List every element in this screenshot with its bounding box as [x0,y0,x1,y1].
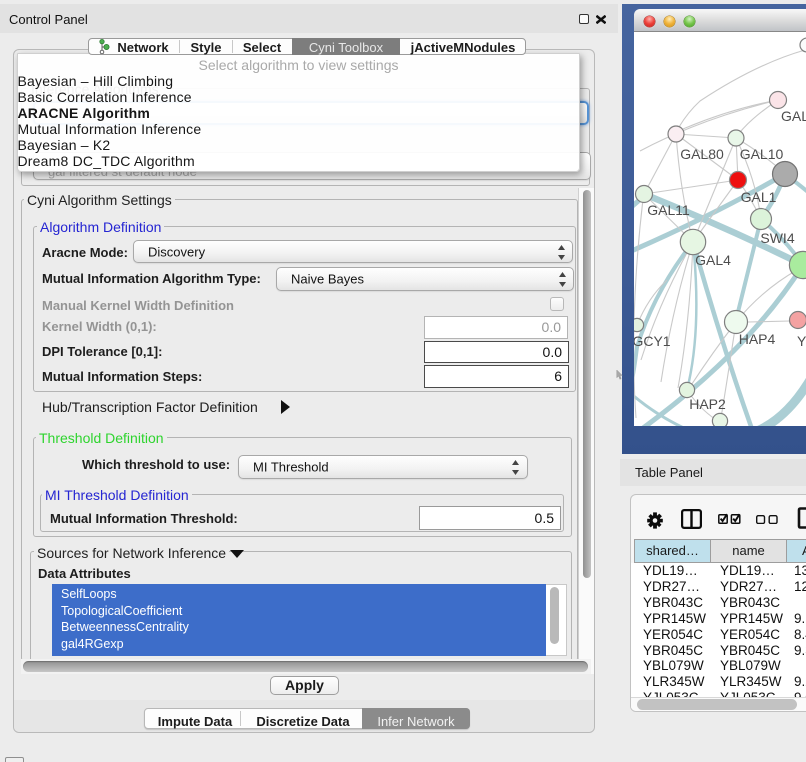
svg-text:Y: Y [797,333,806,349]
svg-text:GAL7: GAL7 [781,108,806,124]
svg-text:GCY1: GCY1 [634,333,671,349]
svg-text:SWI4: SWI4 [760,230,794,246]
svg-text:HAP2: HAP2 [689,396,726,412]
svg-text:GAL11: GAL11 [647,202,690,218]
svg-text:GAL80: GAL80 [680,146,724,162]
svg-text:GAL4: GAL4 [695,252,731,268]
svg-text:GAL10: GAL10 [740,146,784,162]
svg-text:GAL1: GAL1 [741,189,777,205]
svg-text:HAP4: HAP4 [739,331,776,347]
